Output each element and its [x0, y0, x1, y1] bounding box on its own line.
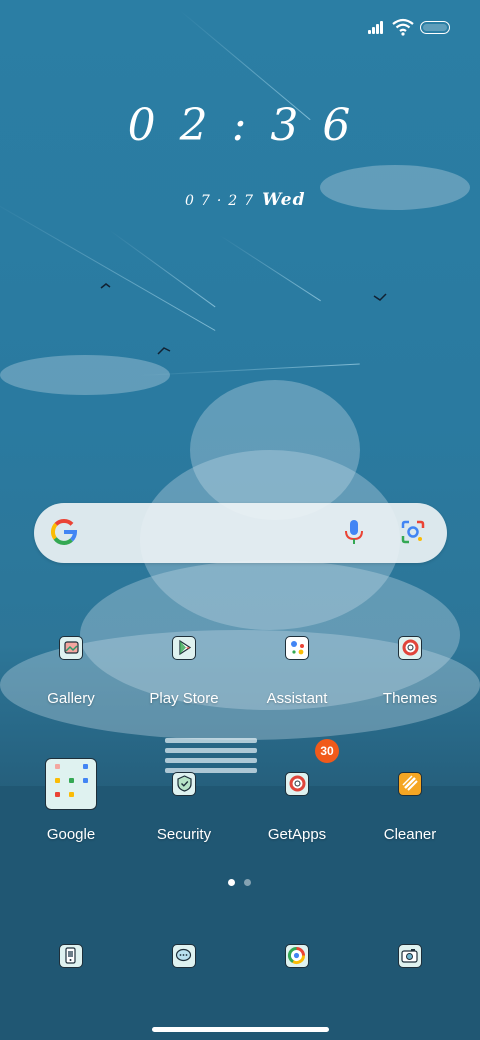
app-label: GetApps	[267, 826, 327, 843]
cellular-signal-icon	[368, 20, 388, 34]
google-lens-icon[interactable]	[400, 519, 426, 545]
app-play-store[interactable]: Play Store	[129, 636, 239, 716]
app-getapps[interactable]: GetApps	[242, 772, 352, 852]
assistant-icon	[285, 636, 309, 660]
page-dot-active[interactable]	[228, 879, 235, 886]
page-dot[interactable]	[244, 879, 251, 886]
date-label: 07·27	[185, 193, 261, 209]
play-store-icon	[172, 636, 196, 660]
app-gallery[interactable]: Gallery	[16, 636, 126, 716]
google-search-bar[interactable]	[34, 503, 447, 563]
microphone-icon[interactable]	[342, 518, 366, 546]
messages-icon[interactable]	[172, 944, 196, 968]
app-label: Google	[46, 826, 96, 843]
clock-time[interactable]: 02:36	[0, 100, 480, 151]
camera-icon[interactable]	[398, 944, 422, 968]
app-label: Themes	[382, 690, 438, 707]
status-bar	[0, 0, 480, 52]
getapps-icon	[285, 772, 309, 796]
google-folder-icon[interactable]	[45, 758, 97, 810]
app-label: Play Store	[149, 690, 219, 707]
app-label: Assistant	[266, 690, 328, 707]
app-assistant[interactable]: Assistant	[242, 636, 352, 716]
google-g-icon[interactable]	[50, 518, 78, 546]
app-themes[interactable]: Themes	[355, 636, 465, 716]
cloud	[320, 165, 470, 210]
security-icon	[172, 772, 196, 796]
app-google-folder[interactable]: Google	[16, 826, 126, 848]
app-cleaner[interactable]: Cleaner	[355, 772, 465, 852]
wifi-icon	[392, 18, 414, 36]
battery-icon	[420, 21, 450, 34]
themes-icon	[398, 636, 422, 660]
app-security[interactable]: Security	[129, 772, 239, 852]
app-label: Security	[156, 826, 212, 843]
weekday-label: Wed	[262, 190, 306, 210]
app-label: Cleaner	[383, 826, 437, 843]
phone-icon[interactable]	[59, 944, 83, 968]
browser-icon[interactable]	[285, 944, 309, 968]
notification-badge: 30	[315, 739, 339, 763]
app-label: Gallery	[47, 690, 95, 707]
gallery-icon	[59, 636, 83, 660]
cleaner-icon	[398, 772, 422, 796]
home-gesture-bar[interactable]	[152, 1027, 329, 1032]
clock-date[interactable]: 07·27 Wed	[185, 190, 306, 210]
birds	[100, 283, 387, 355]
